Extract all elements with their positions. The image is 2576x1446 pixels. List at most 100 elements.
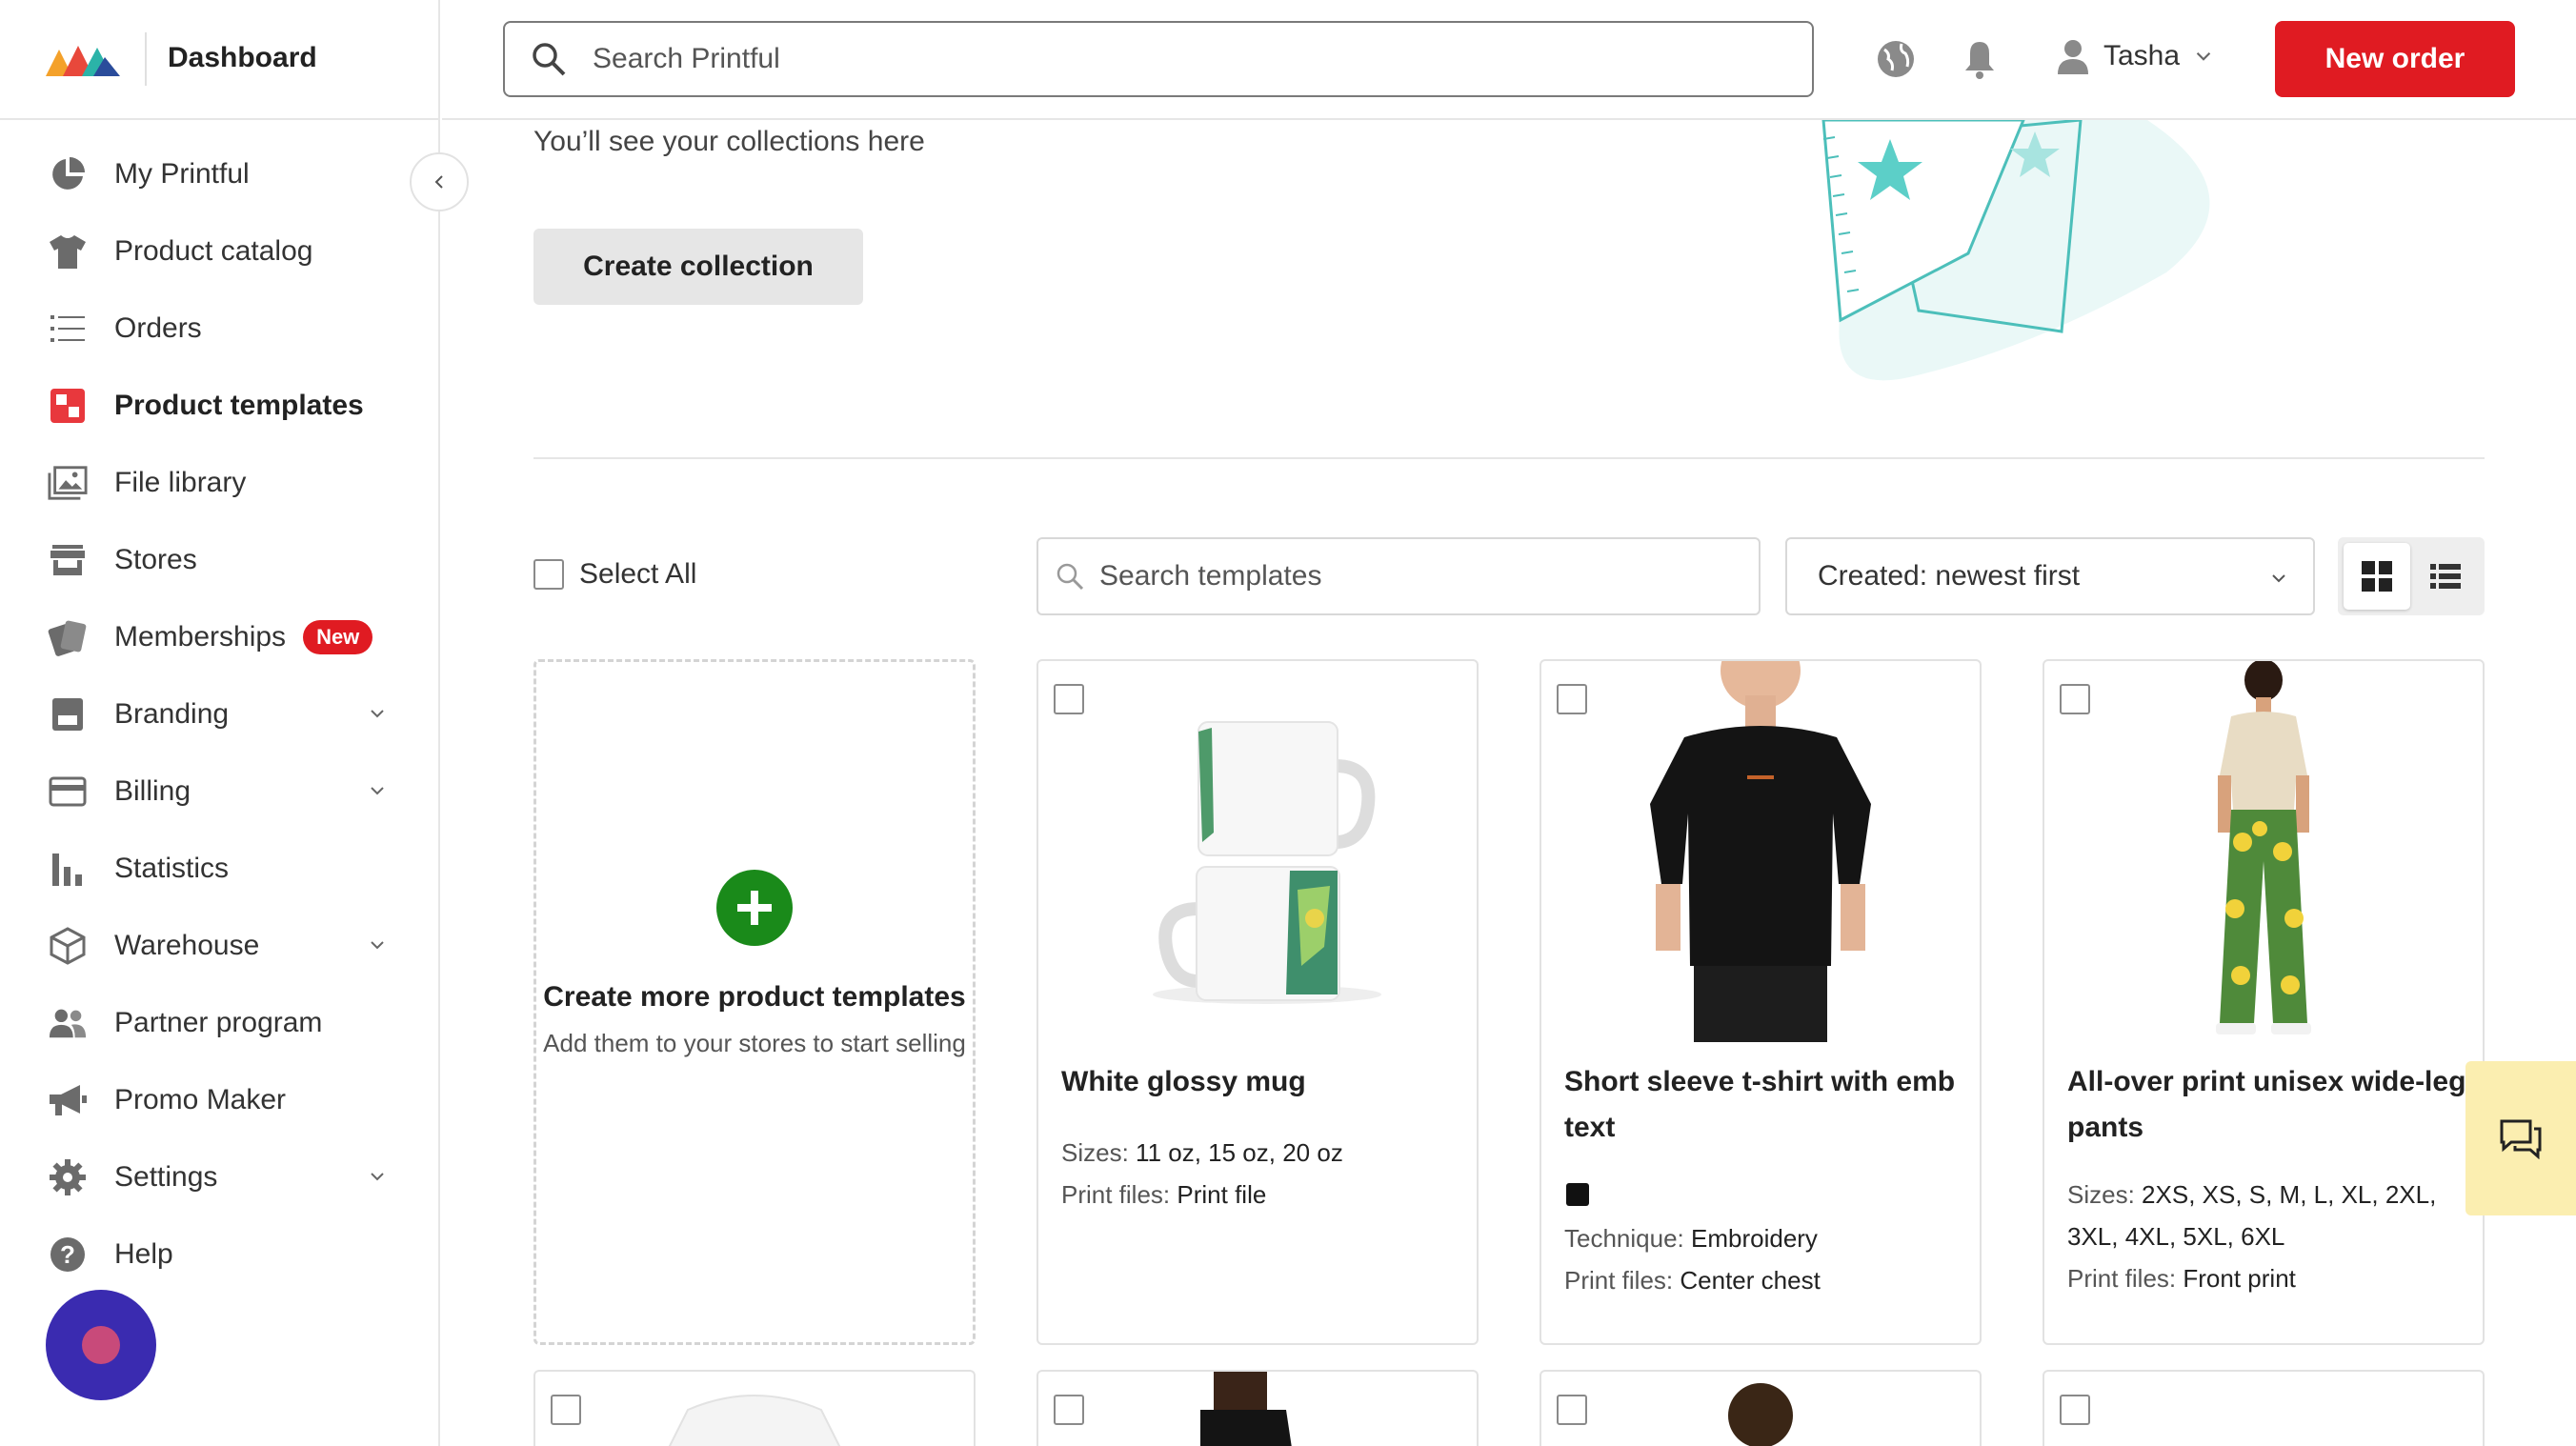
grid-view-button[interactable] [2344,543,2410,610]
sidebar-item-product-templates[interactable]: Product templates [0,367,440,444]
template-print-files: Print files: Front print [2067,1257,2467,1299]
template-title[interactable]: All-over print unisex wide-leg pants [2067,1059,2467,1151]
sidebar-item-label: Billing [114,774,191,807]
sidebar-nav: My Printful Product catalog Orders Produ… [0,135,440,1293]
select-all-checkbox[interactable] [533,559,564,590]
templates-icon [48,386,88,426]
collapse-sidebar-button[interactable] [410,152,469,211]
gear-icon [48,1157,88,1197]
search-icon [1057,563,1084,591]
user-menu[interactable]: Tasha [2056,38,2218,74]
template-title[interactable]: Short sleeve t-shirt with emb text [1564,1059,1964,1151]
search-icon [533,43,566,76]
print-files-value: Center chest [1680,1266,1821,1295]
template-checkbox[interactable] [1054,1395,1084,1425]
sidebar-item-label: Help [114,1237,173,1270]
images-icon [48,463,88,503]
view-toggle [2338,537,2485,615]
new-badge: New [303,619,373,654]
template-card-pants[interactable]: All-over print unisex wide-leg pants Siz… [2043,659,2485,1345]
template-checkbox[interactable] [1054,684,1084,714]
plus-icon[interactable] [716,870,793,946]
sidebar-item-stores[interactable]: Stores [0,521,440,598]
template-print-files: Print files: Print file [1061,1174,1461,1215]
branding-icon [48,694,88,734]
brand-header: Dashboard [0,0,440,120]
store-icon [48,540,88,580]
sidebar-item-help[interactable]: ? Help [0,1215,440,1293]
create-collection-button[interactable]: Create collection [533,229,863,305]
chevron-down-icon [2272,574,2285,583]
bell-icon[interactable] [1959,38,2001,80]
sidebar-item-warehouse[interactable]: Warehouse [0,907,440,984]
model-image [1728,1383,1793,1446]
template-checkbox[interactable] [2060,684,2090,714]
sizes-value: 11 oz, 15 oz, 20 oz [1136,1138,1343,1167]
sidebar: Dashboard My Printful Product catalog Or… [0,0,469,1446]
sidebar-item-orders[interactable]: Orders [0,290,440,367]
feedback-chat-button[interactable] [2465,1061,2576,1215]
sort-selected-value: Created: newest first [1818,560,2081,592]
template-search-input[interactable]: Search templates [1036,537,1761,615]
sidebar-item-label: Memberships [114,620,287,653]
sidebar-item-product-catalog[interactable]: Product catalog [0,212,440,290]
tshirt-icon [48,231,88,271]
template-card-partial[interactable] [533,1370,976,1446]
sidebar-item-billing[interactable]: Billing [0,753,440,830]
box-icon [48,926,88,966]
printful-logo[interactable] [46,42,120,76]
globe-icon[interactable] [1875,38,1917,80]
sidebar-item-label: Product templates [114,389,364,421]
print-files-label: Print files: [1061,1180,1171,1209]
global-search-placeholder: Search Printful [593,43,780,74]
page-title[interactable]: Dashboard [168,42,317,74]
sidebar-item-settings[interactable]: Settings [0,1138,440,1215]
sidebar-item-partner-program[interactable]: Partner program [0,984,440,1061]
technique-value: Embroidery [1691,1224,1818,1253]
template-card-partial[interactable] [2043,1370,2485,1446]
chevron-left-icon [434,175,443,189]
new-order-button[interactable]: New order [2275,21,2515,97]
chevron-down-icon[interactable] [364,932,391,958]
template-card-tshirt[interactable]: Short sleeve t-shirt with emb text Techn… [1540,659,1982,1345]
template-checkbox[interactable] [1557,684,1587,714]
sidebar-item-promo-maker[interactable]: Promo Maker [0,1061,440,1138]
people-icon [48,1003,88,1043]
sidebar-item-branding[interactable]: Branding [0,675,440,753]
create-template-subtitle: Add them to your stores to start selling [543,1029,966,1057]
sidebar-item-label: Partner program [114,1006,323,1038]
sort-dropdown[interactable]: Created: newest first [1785,537,2315,615]
template-card-mug[interactable]: White glossy mug Sizes: 11 oz, 15 oz, 20… [1036,659,1479,1345]
sizes-label: Sizes: [2067,1180,2135,1209]
sidebar-item-statistics[interactable]: Statistics [0,830,440,907]
user-name: Tasha [2103,40,2181,71]
help-icon: ? [48,1235,88,1275]
sidebar-item-label: Stores [114,543,197,575]
sizes-label: Sizes: [1061,1138,1129,1167]
assistant-button[interactable] [46,1290,156,1400]
sidebar-item-label: Settings [114,1160,218,1193]
create-template-card[interactable]: Create more product templates Add them t… [533,659,976,1345]
model-image [1200,1372,1292,1446]
svg-text:?: ? [60,1240,75,1269]
template-card-partial[interactable] [1540,1370,1982,1446]
template-title[interactable]: White glossy mug [1061,1059,1461,1105]
list-view-button[interactable] [2412,543,2479,610]
select-all-control[interactable]: Select All [533,558,696,591]
list-icon [2430,564,2461,589]
chevron-down-icon[interactable] [364,1163,391,1190]
user-icon [2058,40,2088,74]
global-search-input[interactable]: Search Printful [503,21,1814,97]
sidebar-item-memberships[interactable]: Memberships New [0,598,440,675]
chevron-down-icon[interactable] [364,777,391,804]
template-checkbox[interactable] [2060,1395,2090,1425]
template-card-partial[interactable] [1036,1370,1479,1446]
sidebar-item-file-library[interactable]: File library [0,444,440,521]
template-checkbox[interactable] [1557,1395,1587,1425]
chevron-down-icon[interactable] [364,700,391,727]
mug-image [1153,721,1381,1004]
assistant-icon [82,1326,120,1364]
sidebar-item-my-printful[interactable]: My Printful [0,135,440,212]
tshirt-model-image [1650,661,1871,1042]
template-checkbox[interactable] [551,1395,581,1425]
